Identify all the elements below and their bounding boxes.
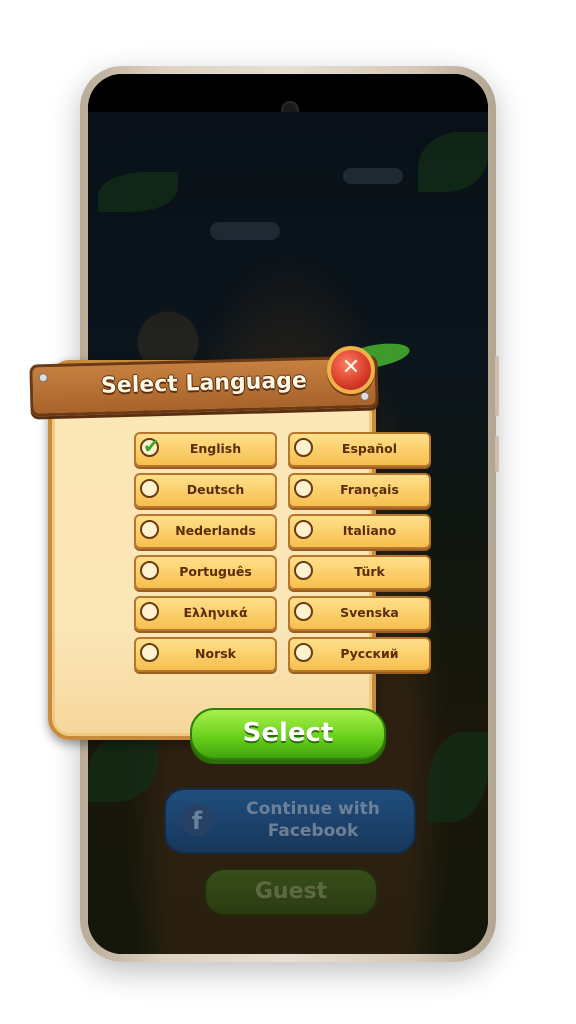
title-board: Select Language xyxy=(29,355,379,417)
radio-icon xyxy=(140,561,159,580)
language-label: Español xyxy=(341,441,398,456)
guest-login-button[interactable]: Guest xyxy=(204,868,378,916)
close-button[interactable]: ✕ xyxy=(327,346,375,394)
radio-icon xyxy=(294,520,313,539)
language-label: Norsk xyxy=(195,646,236,661)
language-label: Türk xyxy=(354,564,385,579)
language-option-italiano[interactable]: Italiano xyxy=(288,514,431,549)
radio-icon xyxy=(294,602,313,621)
language-option-russian[interactable]: Русский xyxy=(288,637,431,672)
radio-icon xyxy=(140,520,159,539)
close-icon: ✕ xyxy=(341,355,361,380)
radio-icon xyxy=(294,438,313,457)
guest-login-label: Guest xyxy=(254,879,328,904)
radio-icon xyxy=(294,479,313,498)
language-label: Français xyxy=(340,482,399,497)
select-button[interactable]: Select xyxy=(190,708,386,760)
radio-icon xyxy=(140,643,159,662)
language-option-svenska[interactable]: Svenska xyxy=(288,596,431,631)
radio-icon xyxy=(294,643,313,662)
language-option-deutsch[interactable]: Deutsch xyxy=(134,473,277,508)
language-option-nederlands[interactable]: Nederlands xyxy=(134,514,277,549)
language-option-english[interactable]: ✔ English xyxy=(134,432,277,467)
language-label: English xyxy=(189,441,242,456)
language-option-greek[interactable]: Ελληνικά xyxy=(134,596,277,631)
facebook-icon: f xyxy=(181,804,213,836)
language-label: Ελληνικά xyxy=(183,605,248,620)
language-label: Svenska xyxy=(340,605,399,620)
dialog-title: Select Language xyxy=(100,368,308,399)
language-option-norsk[interactable]: Norsk xyxy=(134,637,277,672)
language-dialog xyxy=(48,360,376,740)
radio-icon: ✔ xyxy=(140,434,160,458)
select-button-label: Select xyxy=(242,718,334,748)
radio-icon xyxy=(140,602,159,621)
check-icon: ✔ xyxy=(143,434,160,458)
language-option-espanol[interactable]: Español xyxy=(288,432,431,467)
radio-icon xyxy=(140,479,159,498)
language-label: Nederlands xyxy=(175,523,256,538)
facebook-login-button[interactable]: f Continue with Facebook xyxy=(164,788,416,854)
radio-icon xyxy=(294,561,313,580)
language-label: Deutsch xyxy=(186,482,245,497)
nail-decoration xyxy=(360,391,370,401)
volume-button xyxy=(495,356,499,416)
status-bar xyxy=(88,74,488,119)
facebook-login-label: Continue with Facebook xyxy=(246,799,380,841)
language-option-turk[interactable]: Türk xyxy=(288,555,431,590)
language-option-portugues[interactable]: Português xyxy=(134,555,277,590)
language-label: Italiano xyxy=(342,523,397,538)
language-option-francais[interactable]: Français xyxy=(288,473,431,508)
language-label: Русский xyxy=(340,646,399,661)
power-button xyxy=(495,436,499,472)
language-label: Português xyxy=(179,564,252,579)
